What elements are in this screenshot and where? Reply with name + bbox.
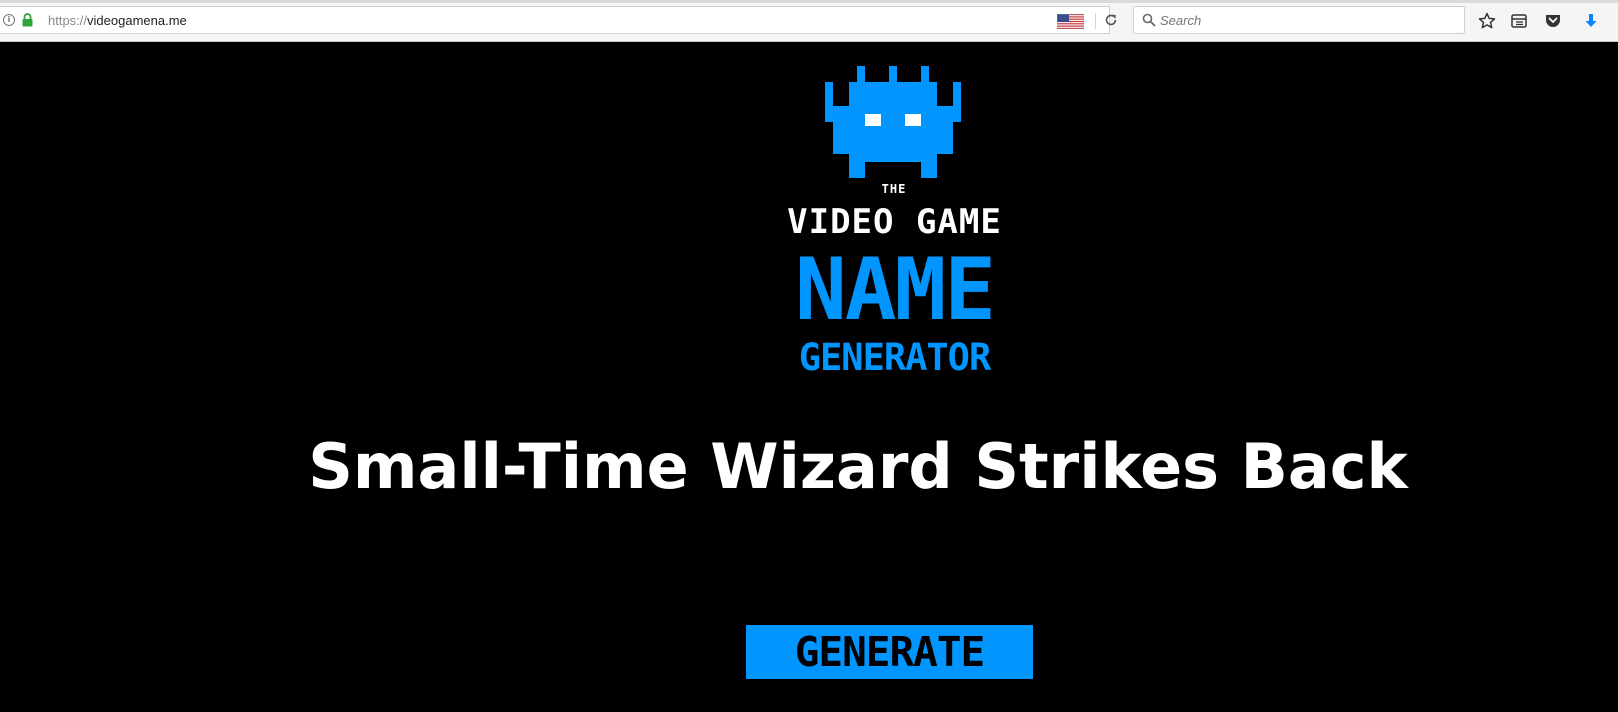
info-icon[interactable]: i	[3, 14, 15, 26]
tab-strip-edge	[0, 0, 1618, 3]
logo-generator: GENERATOR	[798, 336, 991, 379]
reading-list-icon[interactable]	[1510, 12, 1528, 30]
generated-game-name: Small-Time Wizard Strikes Back	[308, 430, 1408, 503]
reload-icon[interactable]	[1104, 13, 1118, 27]
logo-video-game: VIDEO GAME	[787, 202, 1002, 242]
url-scheme: https://	[48, 13, 88, 28]
search-input[interactable]	[1160, 11, 1450, 29]
lock-icon[interactable]	[22, 13, 33, 27]
logo-the: THE	[881, 182, 907, 196]
download-icon[interactable]	[1582, 12, 1600, 30]
bookmark-star-icon[interactable]	[1478, 12, 1496, 30]
url-text[interactable]: https://videogamena.me	[48, 13, 187, 28]
browser-toolbar: i https://videogamena.me	[0, 0, 1618, 42]
address-bar-divider	[1095, 13, 1096, 29]
us-flag-icon[interactable]	[1057, 14, 1084, 29]
generate-button[interactable]: GENERATE	[746, 625, 1033, 679]
page-content: THE VIDEO GAME NAME GENERATOR Small-Time…	[0, 42, 1618, 712]
url-host: videogamena.me	[87, 13, 187, 28]
space-invader-icon	[825, 66, 961, 178]
address-bar[interactable]: i https://videogamena.me	[0, 6, 1117, 34]
search-box[interactable]	[1133, 6, 1465, 34]
search-icon	[1142, 13, 1156, 27]
pocket-icon[interactable]	[1544, 12, 1562, 30]
logo-name: NAME	[794, 240, 996, 340]
